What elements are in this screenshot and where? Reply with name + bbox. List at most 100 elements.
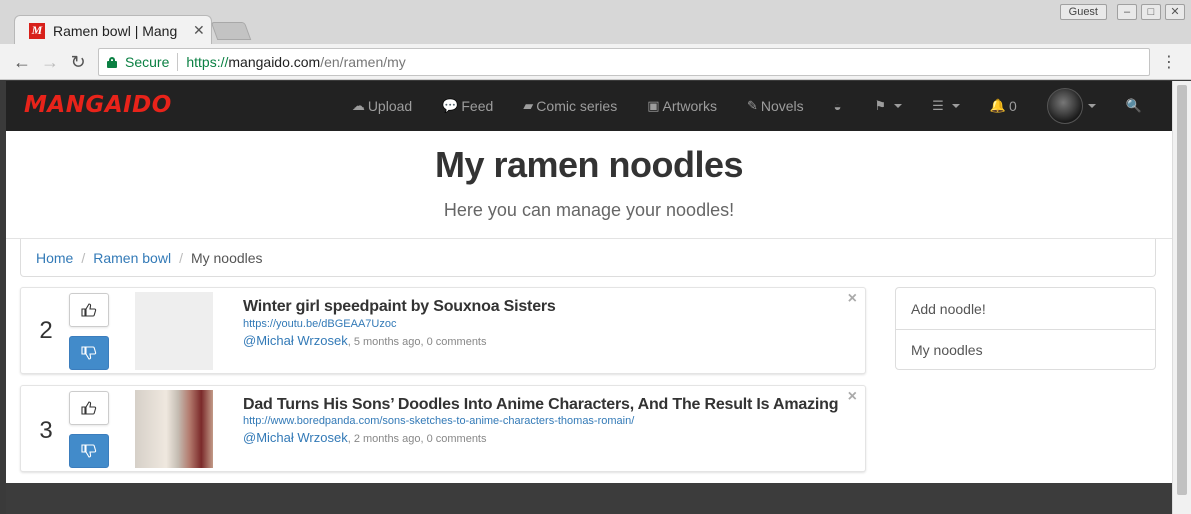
noodle-title[interactable]: Dad Turns His Sons’ Doodles Into Anime C…	[243, 396, 838, 414]
noodle-author[interactable]: @Michał Wrzosek	[243, 333, 348, 348]
noodle-meta: @Michał Wrzosek, 2 months ago, 0 comment…	[243, 430, 487, 445]
breadcrumb-current: My noodles	[190, 249, 263, 266]
noodle-meta-text: , 2 months ago, 0 comments	[347, 433, 487, 445]
sidebar-menu: Add noodle! My noodles	[895, 287, 1156, 370]
thumbs-up-icon	[81, 401, 97, 415]
search-icon: 🔍	[1125, 98, 1142, 113]
site-logo[interactable]: MANGAIDO	[24, 92, 172, 118]
window-controls: Guest – □ ✕	[1059, 4, 1185, 20]
noodle-meta-text: , 5 months ago, 0 comments	[347, 336, 487, 348]
notifications-count: 0	[1009, 98, 1017, 114]
noodle-card: 3 Dad Turns His Sons’ Doodles Into Anime…	[20, 385, 866, 472]
sidebar-item-add-noodle[interactable]: Add noodle!	[896, 288, 1155, 329]
noodle-url[interactable]: https://youtu.be/dBGEAA7Uzoc	[243, 318, 396, 330]
url-input[interactable]: Secure https:// mangaido.com /en/ramen/m…	[98, 48, 1150, 76]
nav-feed[interactable]: 💬 Feed	[427, 98, 508, 114]
site-navbar: MANGAIDO ☁ Upload 💬 Feed ▰ Comic series …	[6, 81, 1172, 131]
edit-icon: ✎	[746, 98, 758, 113]
nav-novels-label: Novels	[760, 98, 804, 114]
close-icon[interactable]: ×	[848, 290, 857, 308]
address-bar: ← → ↻ Secure https:// mangaido.com /en/r…	[0, 44, 1191, 80]
bell-icon: 🔔	[989, 98, 1007, 113]
cloud-upload-icon: ☁	[351, 98, 365, 113]
noodle-score: 2	[39, 317, 53, 344]
browser-menu-icon[interactable]: ⋮	[1161, 52, 1177, 72]
noodle-card: 2 Winter girl speedpaint by Souxnoa Sist…	[20, 287, 866, 374]
nav-upload-label: Upload	[367, 98, 413, 114]
mangaido-favicon-icon: M	[29, 22, 45, 39]
flag-icon: ⚑	[874, 98, 887, 113]
breadcrumb-separator: /	[179, 249, 183, 266]
list-icon: ☰	[932, 98, 944, 113]
page-title: My ramen noodles	[434, 144, 744, 185]
close-icon[interactable]: ×	[848, 388, 857, 406]
noodle-meta: @Michał Wrzosek, 5 months ago, 0 comment…	[243, 333, 487, 348]
nav-comic-series-label: Comic series	[536, 98, 618, 114]
breadcrumb-separator: /	[81, 249, 86, 266]
forward-icon[interactable]: →	[40, 52, 60, 73]
nav-language-dropdown[interactable]: ⚑	[860, 98, 918, 114]
nav-novels[interactable]: ✎ Novels	[732, 98, 819, 114]
close-window-icon[interactable]: ✕	[1165, 4, 1185, 20]
guest-profile-button[interactable]: Guest	[1059, 4, 1107, 20]
comments-icon: 💬	[442, 98, 459, 113]
reload-icon[interactable]: ↻	[68, 52, 88, 73]
avatar	[1046, 88, 1083, 124]
chevron-down-icon	[1087, 104, 1096, 108]
breadcrumb-ramen-bowl[interactable]: Ramen bowl	[93, 250, 171, 266]
thumbs-down-icon	[81, 346, 97, 360]
thumbs-up-icon	[81, 303, 97, 317]
nav-user-dropdown[interactable]	[1032, 88, 1111, 124]
nav-menu-dropdown[interactable]: ☰	[917, 98, 975, 114]
upvote-button[interactable]	[69, 293, 109, 327]
minimize-icon[interactable]: –	[1117, 4, 1137, 20]
nav-feed-label: Feed	[461, 98, 494, 114]
noodle-thumbnail[interactable]	[135, 390, 213, 468]
page-scrollbar[interactable]	[1172, 81, 1191, 514]
maximize-icon[interactable]: □	[1141, 4, 1161, 20]
page-viewport: MANGAIDO ☁ Upload 💬 Feed ▰ Comic series …	[6, 81, 1172, 514]
url-path: /en/ramen/my	[320, 54, 406, 70]
browser-window: M Ramen bowl | Mang ✕ Guest – □ ✕ ← → ↻ …	[0, 0, 1191, 514]
book-icon: ▰	[523, 98, 534, 113]
tab-strip: M Ramen bowl | Mang ✕ Guest – □ ✕	[0, 0, 1191, 45]
url-scheme: https://	[186, 54, 229, 70]
thumbs-down-icon	[81, 444, 97, 458]
lock-icon	[107, 56, 117, 68]
tab-close-icon[interactable]: ✕	[193, 22, 205, 39]
scrollbar-thumb[interactable]	[1177, 85, 1187, 495]
noodle-title[interactable]: Winter girl speedpaint by Souxnoa Sister…	[243, 298, 556, 316]
navbar-items: ☁ Upload 💬 Feed ▰ Comic series ▣ Artwork…	[337, 81, 1160, 131]
nav-ramen-bowl[interactable]: ◒	[819, 99, 860, 114]
bowl-icon: ◒	[833, 98, 842, 114]
secure-label: Secure	[125, 54, 170, 70]
noodle-url[interactable]: http://www.boredpanda.com/sons-sketches-…	[243, 415, 634, 427]
downvote-button[interactable]	[69, 434, 109, 468]
upvote-button[interactable]	[69, 391, 109, 425]
chevron-down-icon	[951, 104, 960, 108]
noodle-author[interactable]: @Michał Wrzosek	[243, 430, 348, 445]
noodle-score: 3	[39, 417, 53, 444]
page-header: My ramen noodles Here you can manage you…	[6, 131, 1172, 239]
chevron-down-icon	[894, 104, 903, 108]
tab-title: Ramen bowl | Mang	[53, 22, 178, 39]
noodle-thumbnail[interactable]	[135, 292, 213, 370]
sidebar-item-my-noodles[interactable]: My noodles	[896, 329, 1155, 370]
nav-artworks-label: Artworks	[662, 98, 717, 114]
breadcrumb-home[interactable]: Home	[36, 250, 73, 266]
breadcrumb: Home / Ramen bowl / My noodles	[20, 239, 1156, 277]
browser-tab[interactable]: M Ramen bowl | Mang ✕	[14, 15, 212, 45]
nav-notifications[interactable]: 🔔 0	[975, 98, 1032, 114]
site-footer	[6, 483, 1172, 514]
back-icon[interactable]: ←	[12, 52, 32, 73]
nav-search[interactable]: 🔍	[1111, 98, 1160, 114]
omnibox-divider	[177, 53, 179, 71]
new-tab-button[interactable]	[210, 22, 252, 40]
nav-upload[interactable]: ☁ Upload	[337, 98, 427, 114]
url-host: mangaido.com	[228, 54, 321, 70]
picture-icon: ▣	[647, 98, 660, 113]
nav-artworks[interactable]: ▣ Artworks	[632, 98, 732, 114]
nav-comic-series[interactable]: ▰ Comic series	[508, 98, 632, 114]
page-subtitle: Here you can manage your noodles!	[443, 200, 735, 220]
downvote-button[interactable]	[69, 336, 109, 370]
